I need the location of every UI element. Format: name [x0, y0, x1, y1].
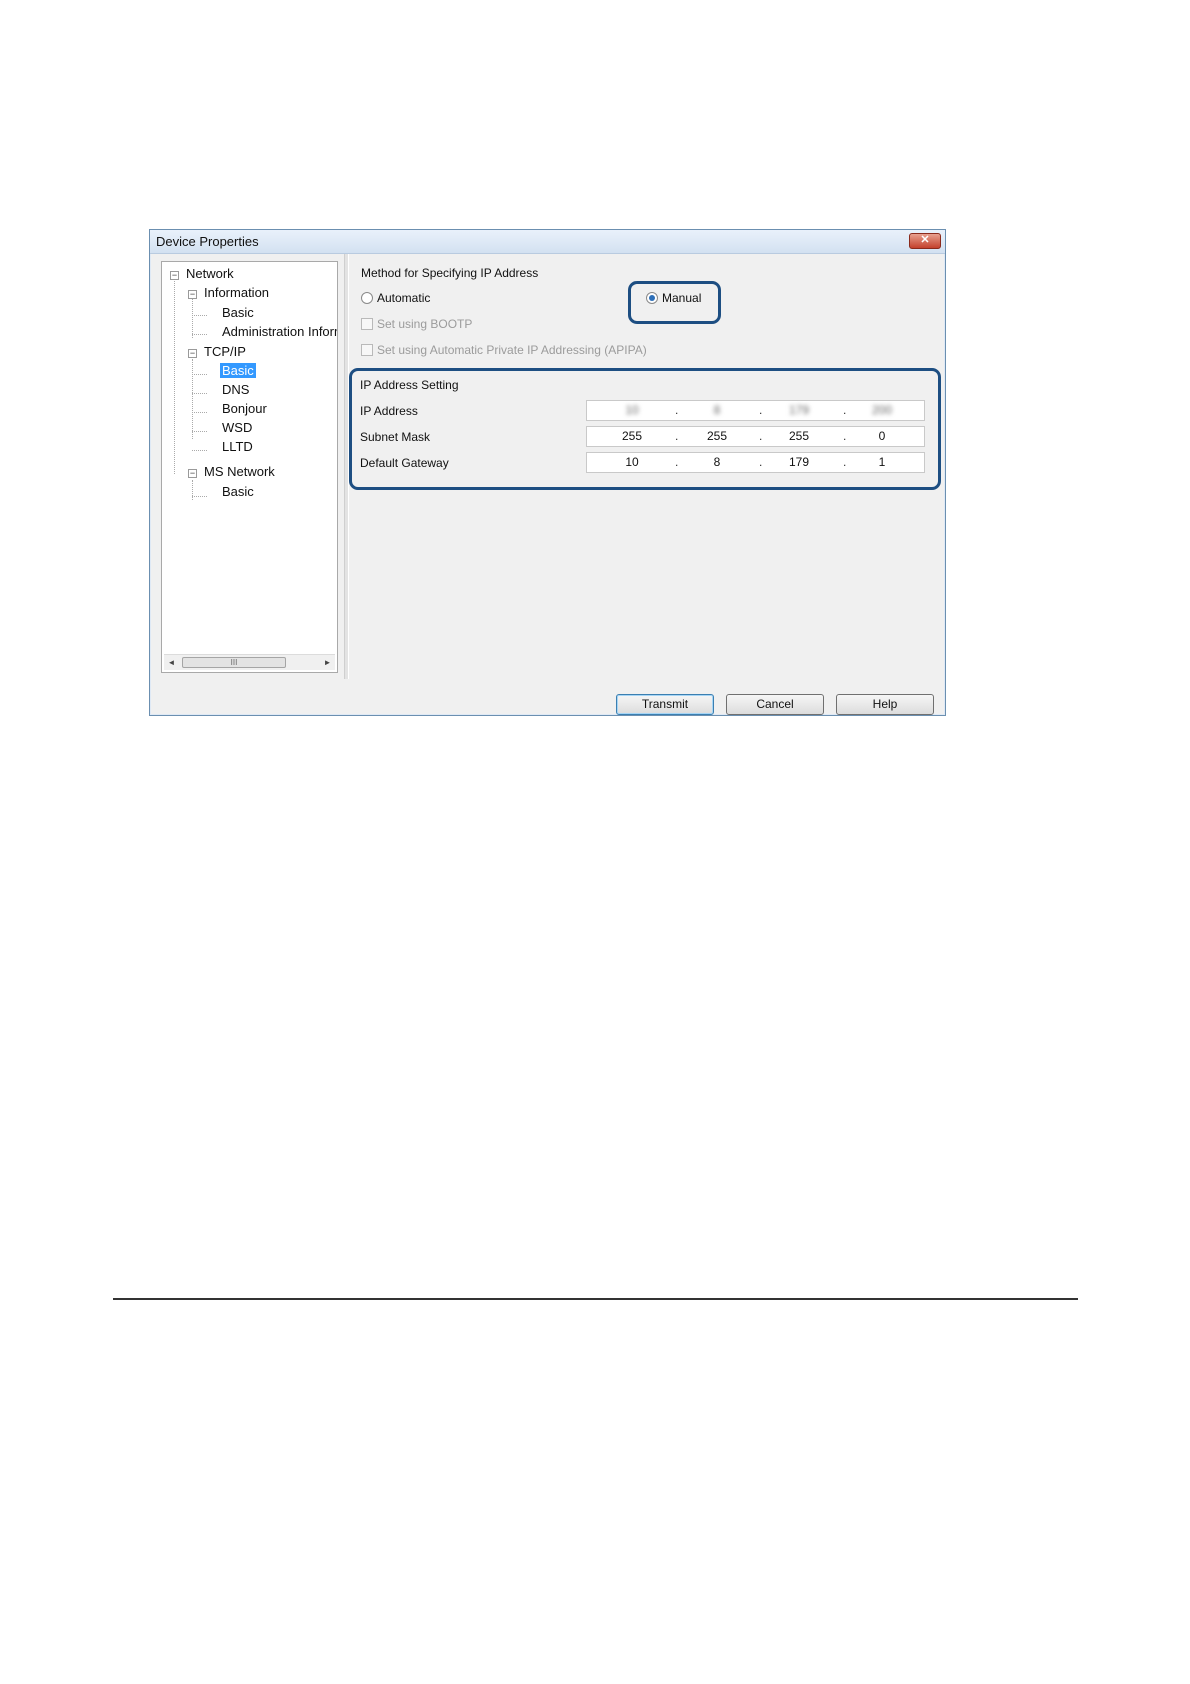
default-gateway-octet: 8 [713, 455, 721, 469]
octet-separator: . [759, 403, 763, 417]
tree-item-information-basic[interactable]: Basic [222, 305, 254, 320]
ip-address-octet: 8 [713, 403, 721, 417]
tree-item-network[interactable]: Network [186, 266, 234, 281]
tree-item-ms-network-basic[interactable]: Basic [222, 484, 254, 499]
window-title: Device Properties [156, 234, 259, 249]
octet-separator: . [759, 429, 763, 443]
octet-separator: . [843, 403, 847, 417]
tree-connector [192, 496, 207, 497]
tree-connector [192, 450, 207, 451]
scroll-right-icon[interactable]: ► [320, 655, 335, 670]
page-divider [113, 1298, 1078, 1300]
title-bar: Device Properties ✕ [150, 230, 945, 254]
octet-separator: . [759, 455, 763, 469]
tree-item-ms-network[interactable]: MS Network [204, 464, 275, 479]
default-gateway-label: Default Gateway [360, 456, 449, 470]
tree-connector [192, 374, 207, 375]
scroll-thumb[interactable]: III [182, 657, 286, 668]
horizontal-scrollbar[interactable]: ◄ III ► [164, 654, 335, 670]
default-gateway-octet: 1 [878, 455, 886, 469]
subnet-mask-octet: 255 [621, 429, 643, 443]
automatic-radio[interactable] [361, 292, 373, 304]
tree-item-bonjour[interactable]: Bonjour [222, 401, 267, 416]
bootp-label: Set using BOOTP [377, 317, 473, 331]
subnet-mask-octet: 255 [788, 429, 810, 443]
octet-separator: . [843, 455, 847, 469]
tree-connector [192, 431, 207, 432]
tree-connector [192, 393, 207, 394]
manual-label[interactable]: Manual [662, 291, 701, 305]
subnet-mask-label: Subnet Mask [360, 430, 431, 444]
tree-item-tcpip-basic[interactable]: Basic [220, 363, 256, 378]
tree-item-lltd[interactable]: LLTD [222, 439, 253, 454]
octet-separator: . [675, 403, 679, 417]
tree-connector [192, 412, 207, 413]
tree-item-wsd[interactable]: WSD [222, 420, 252, 435]
tree-item-tcpip[interactable]: TCP/IP [204, 344, 246, 359]
octet-separator: . [675, 455, 679, 469]
apipa-checkbox[interactable] [361, 344, 373, 356]
tree-connector [192, 298, 193, 338]
octet-separator: . [843, 429, 847, 443]
navigation-tree: − Network − Information Basic Administra… [161, 261, 338, 673]
transmit-button[interactable]: Transmit [616, 694, 714, 715]
tree-connector [192, 334, 207, 335]
close-icon[interactable]: ✕ [909, 233, 941, 249]
ip-address-octet: 10 [625, 403, 639, 417]
collapse-icon[interactable]: − [188, 469, 197, 478]
subnet-mask-field[interactable]: 255 . 255 . 255 . 0 [586, 426, 925, 447]
bootp-checkbox[interactable] [361, 318, 373, 330]
tree-connector [192, 480, 193, 500]
dialog-body: − Network − Information Basic Administra… [151, 254, 944, 715]
ip-address-field[interactable]: 10 . 8 . 179 . 200 [586, 400, 925, 421]
tree-item-dns[interactable]: DNS [222, 382, 249, 397]
ip-address-label: IP Address [360, 404, 418, 418]
default-gateway-field[interactable]: 10 . 8 . 179 . 1 [586, 452, 925, 473]
octet-separator: . [675, 429, 679, 443]
tree-connector [174, 279, 175, 474]
default-gateway-octet: 10 [625, 455, 639, 469]
scroll-left-icon[interactable]: ◄ [164, 655, 179, 670]
tree-connector [192, 315, 207, 316]
subnet-mask-octet: 0 [878, 429, 886, 443]
collapse-icon[interactable]: − [188, 349, 197, 358]
help-button[interactable]: Help [836, 694, 934, 715]
cancel-button[interactable]: Cancel [726, 694, 824, 715]
ip-setting-label: IP Address Setting [360, 378, 459, 392]
subnet-mask-octet: 255 [706, 429, 728, 443]
manual-radio[interactable] [646, 292, 658, 304]
ip-address-octet: 200 [871, 403, 893, 417]
collapse-icon[interactable]: − [170, 271, 179, 280]
tree-item-information[interactable]: Information [204, 285, 269, 300]
ip-address-octet: 179 [788, 403, 810, 417]
tree-connector [192, 359, 193, 439]
device-properties-window: Device Properties ✕ − Network − Informat… [149, 229, 946, 716]
collapse-icon[interactable]: − [188, 290, 197, 299]
default-gateway-octet: 179 [788, 455, 810, 469]
automatic-label[interactable]: Automatic [377, 291, 430, 305]
apipa-label: Set using Automatic Private IP Addressin… [377, 343, 647, 357]
tree-item-administration-information[interactable]: Administration Information [222, 324, 337, 339]
method-section-label: Method for Specifying IP Address [361, 266, 539, 280]
